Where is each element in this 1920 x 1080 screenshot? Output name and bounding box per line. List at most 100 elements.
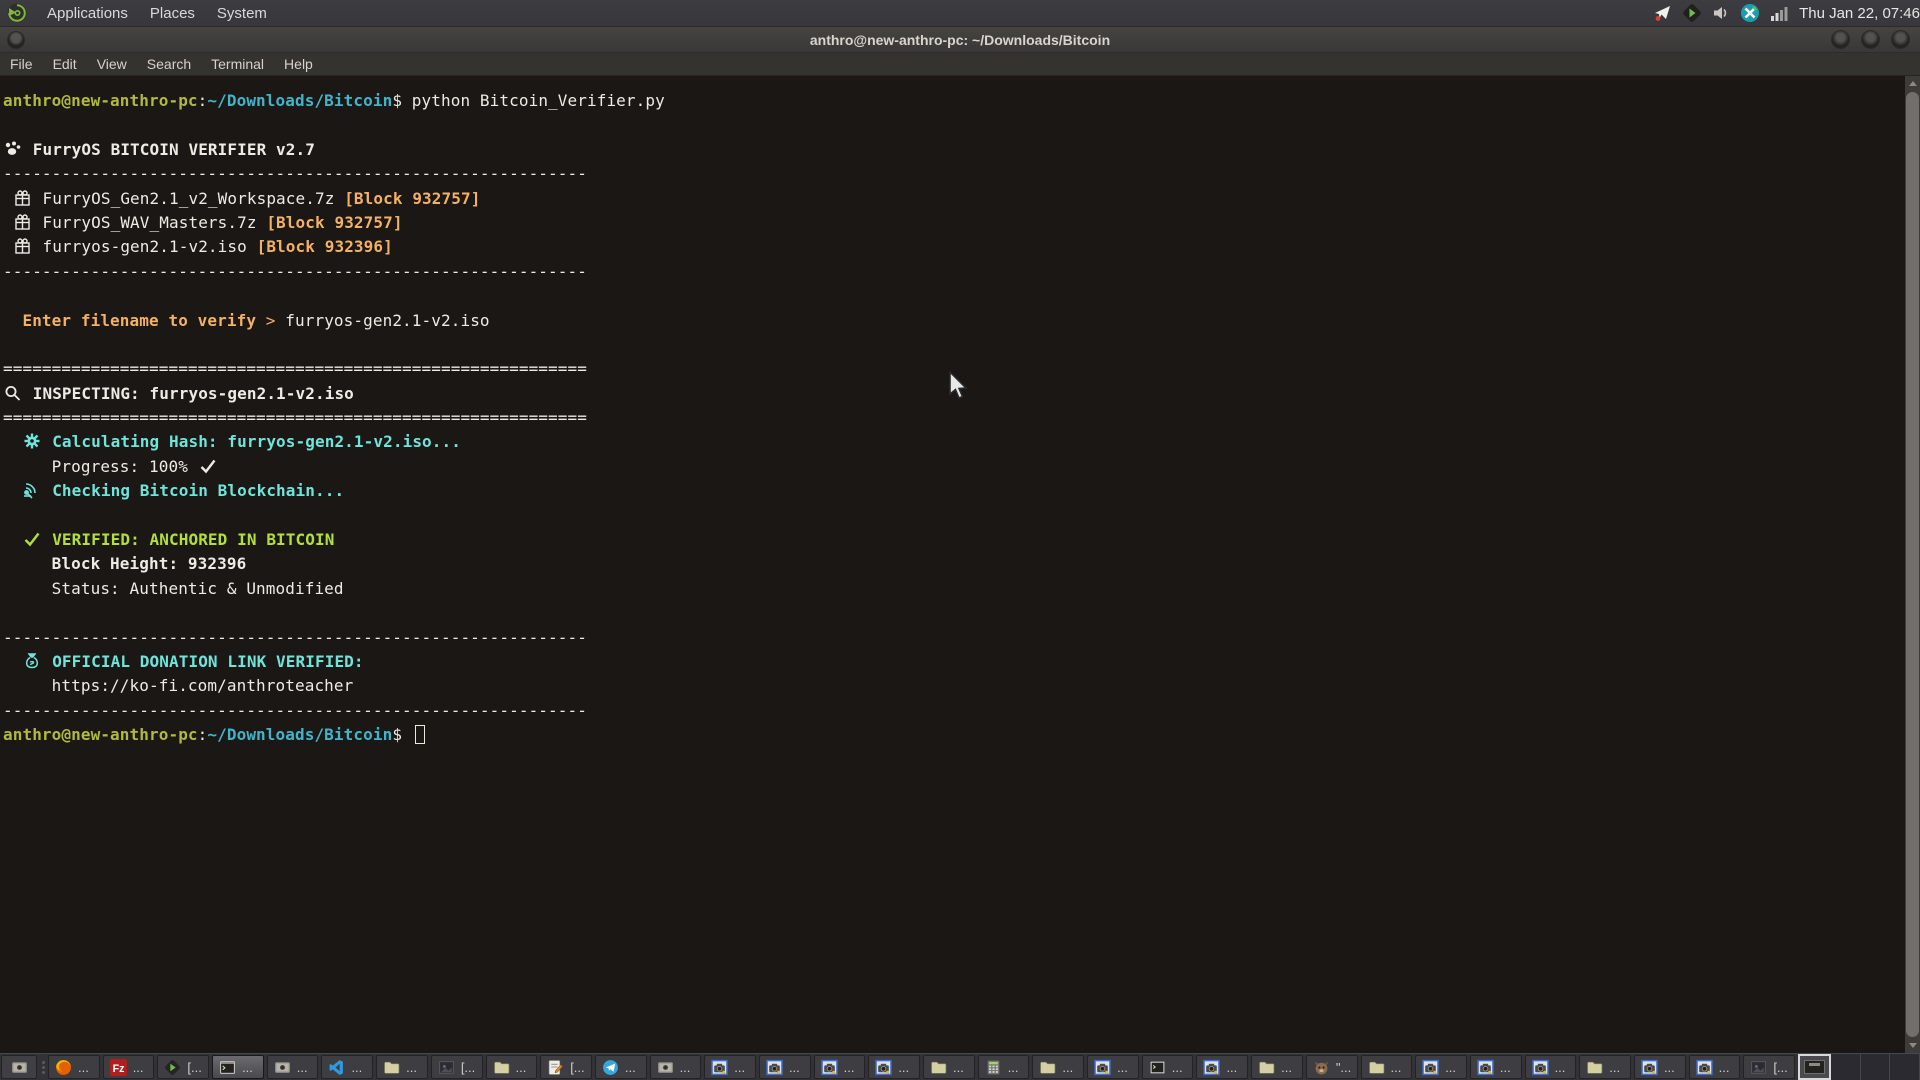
taskbar-item-camera-window[interactable]: ... [1470, 1055, 1522, 1079]
camera-window-icon [1532, 1059, 1549, 1076]
minimize-button[interactable] [1831, 30, 1850, 49]
taskbar-item-folder[interactable]: ... [1361, 1055, 1413, 1079]
taskbar-item-green-arrow[interactable]: [... [157, 1055, 209, 1079]
menu-edit[interactable]: Edit [43, 53, 87, 75]
camera-window-icon [1094, 1059, 1111, 1076]
panel-menu-applications[interactable]: Applications [36, 0, 139, 26]
taskbar-item-label: ... [898, 1060, 909, 1075]
taskbar-item-camera-window[interactable]: ... [1689, 1055, 1741, 1079]
start-menu-icon[interactable] [4, 2, 30, 24]
menu-help[interactable]: Help [274, 53, 323, 75]
taskbar-item-folder[interactable]: ... [1251, 1055, 1303, 1079]
gift-icon [13, 189, 33, 207]
check-icon [198, 457, 218, 475]
window-titlebar[interactable]: anthro@new-anthro-pc: ~/Downloads/Bitcoi… [0, 27, 1920, 53]
taskbar-item-telegram[interactable]: ... [595, 1055, 647, 1079]
screenshot-icon [11, 1059, 28, 1076]
taskbar-item-camera-window[interactable]: ... [1525, 1055, 1577, 1079]
taskbar-item-folder[interactable]: ... [376, 1055, 428, 1079]
terminal-line: ----------------------------------------… [3, 260, 1905, 284]
taskbar-item-terminal[interactable]: ... [212, 1055, 264, 1079]
taskbar-item-folder[interactable]: ... [1579, 1055, 1631, 1079]
taskbar-item-vscode[interactable]: ... [321, 1055, 373, 1079]
terminal-line: OFFICIAL DONATION LINK VERIFIED: [3, 650, 1905, 674]
terminal-line: INSPECTING: furryos-gen2.1-v2.iso [3, 382, 1905, 406]
taskbar-item-avatar[interactable]: "... [1306, 1055, 1358, 1079]
taskbar-item-label: "... [1336, 1060, 1351, 1075]
menu-file[interactable]: File [0, 53, 43, 75]
taskbar-item-screenshot[interactable]: ... [267, 1055, 319, 1079]
folder-icon [930, 1059, 947, 1076]
terminal-text: ----------------------------------------… [3, 164, 587, 183]
network-signal-icon[interactable] [1769, 3, 1789, 23]
camera-window-icon [1203, 1059, 1220, 1076]
workspace-window-thumbnail [1804, 1060, 1825, 1074]
terminal-line: Status: Authentic & Unmodified [3, 577, 1905, 601]
terminal-line: VERIFIED: ANCHORED IN BITCOIN [3, 528, 1905, 552]
taskbar-item-image-dark[interactable]: [... [1743, 1055, 1795, 1079]
taskbar-item-label: ... [953, 1060, 964, 1075]
maximize-button[interactable] [1861, 30, 1880, 49]
terminal-menubar: FileEditViewSearchTerminalHelp [0, 53, 1920, 76]
panel-clock[interactable]: Thu Jan 22, 07:46 [1795, 5, 1920, 22]
taskbar-item-camera-window[interactable]: ... [868, 1055, 920, 1079]
close-button[interactable] [1891, 30, 1910, 49]
taskbar-item-camera-window[interactable]: ... [1634, 1055, 1686, 1079]
workspace-4[interactable] [1890, 1054, 1920, 1080]
workspace-3[interactable] [1861, 1054, 1891, 1080]
taskbar-item-text-editor[interactable]: [... [540, 1055, 592, 1079]
taskbar-item-folder[interactable]: ... [923, 1055, 975, 1079]
taskbar-item-camera-window[interactable]: ... [759, 1055, 811, 1079]
terminal-text: ----------------------------------------… [3, 701, 587, 720]
panel-menu-system[interactable]: System [206, 0, 278, 26]
panel-menu-places[interactable]: Places [139, 0, 206, 26]
image-dark-icon [1750, 1059, 1767, 1076]
menu-search[interactable]: Search [137, 53, 201, 75]
scrollbar-thumb[interactable] [1906, 92, 1919, 1037]
taskbar-handle[interactable] [38, 1054, 48, 1080]
camera-window-icon [766, 1059, 783, 1076]
taskbar-item-camera-window[interactable]: ... [1087, 1055, 1139, 1079]
taskbar-item-label: ... [625, 1060, 636, 1075]
calculator-icon [985, 1059, 1002, 1076]
taskbar-item-firefox[interactable]: ... [48, 1055, 100, 1079]
scroll-down-icon[interactable] [1905, 1038, 1920, 1053]
scrollbar[interactable] [1905, 76, 1920, 1053]
taskbar-item-calculator[interactable]: ... [978, 1055, 1030, 1079]
taskbar-item-screenshot[interactable]: ... [650, 1055, 702, 1079]
telegram-tray-icon[interactable] [1653, 3, 1673, 23]
terminal-text [3, 432, 22, 451]
terminal-text: : [198, 91, 208, 110]
menu-view[interactable]: View [87, 53, 137, 75]
taskbar-item-terminal-small[interactable]: ... [1142, 1055, 1194, 1079]
workspace-2[interactable] [1831, 1054, 1861, 1080]
terminal-text: anthro@new-anthro-pc [3, 725, 198, 744]
window-title: anthro@new-anthro-pc: ~/Downloads/Bitcoi… [0, 32, 1920, 48]
menu-terminal[interactable]: Terminal [201, 53, 274, 75]
taskbar-item-filezilla[interactable]: Fz... [103, 1055, 155, 1079]
teal-cross-tray-icon[interactable] [1740, 3, 1760, 23]
taskbar-item-folder[interactable]: ... [486, 1055, 538, 1079]
check-icon [22, 530, 42, 548]
terminal-text: https://ko-fi.com/anthroteacher [3, 676, 353, 695]
terminal-output[interactable]: anthro@new-anthro-pc: ~/Downloads/Bitcoin… [0, 76, 1905, 1053]
terminal-line [3, 333, 1905, 357]
terminal-text: ~/Downloads/Bitcoin [207, 725, 392, 744]
volume-icon[interactable] [1711, 3, 1731, 23]
taskbar-item-camera-window[interactable]: ... [1415, 1055, 1467, 1079]
image-dark-icon [438, 1059, 455, 1076]
taskbar-item-image-dark[interactable]: [... [431, 1055, 483, 1079]
taskbar-item-camera-window[interactable]: ... [704, 1055, 756, 1079]
terminal-text: INSPECTING: furryos-gen2.1-v2.iso [23, 384, 354, 403]
taskbar-item-label: ... [78, 1060, 89, 1075]
scroll-up-icon[interactable] [1905, 76, 1920, 91]
taskbar-item-label: ... [1281, 1060, 1292, 1075]
taskbar-item-camera-window[interactable]: ... [814, 1055, 866, 1079]
taskbar-item-folder[interactable]: ... [1032, 1055, 1084, 1079]
taskbar-item-label: ... [516, 1060, 527, 1075]
show-desktop-button[interactable] [1, 1055, 37, 1079]
window-menu-button[interactable] [7, 31, 25, 49]
workspace-1[interactable] [1798, 1054, 1831, 1080]
green-arrow-tray-icon[interactable] [1682, 3, 1702, 23]
taskbar-item-camera-window[interactable]: ... [1196, 1055, 1248, 1079]
